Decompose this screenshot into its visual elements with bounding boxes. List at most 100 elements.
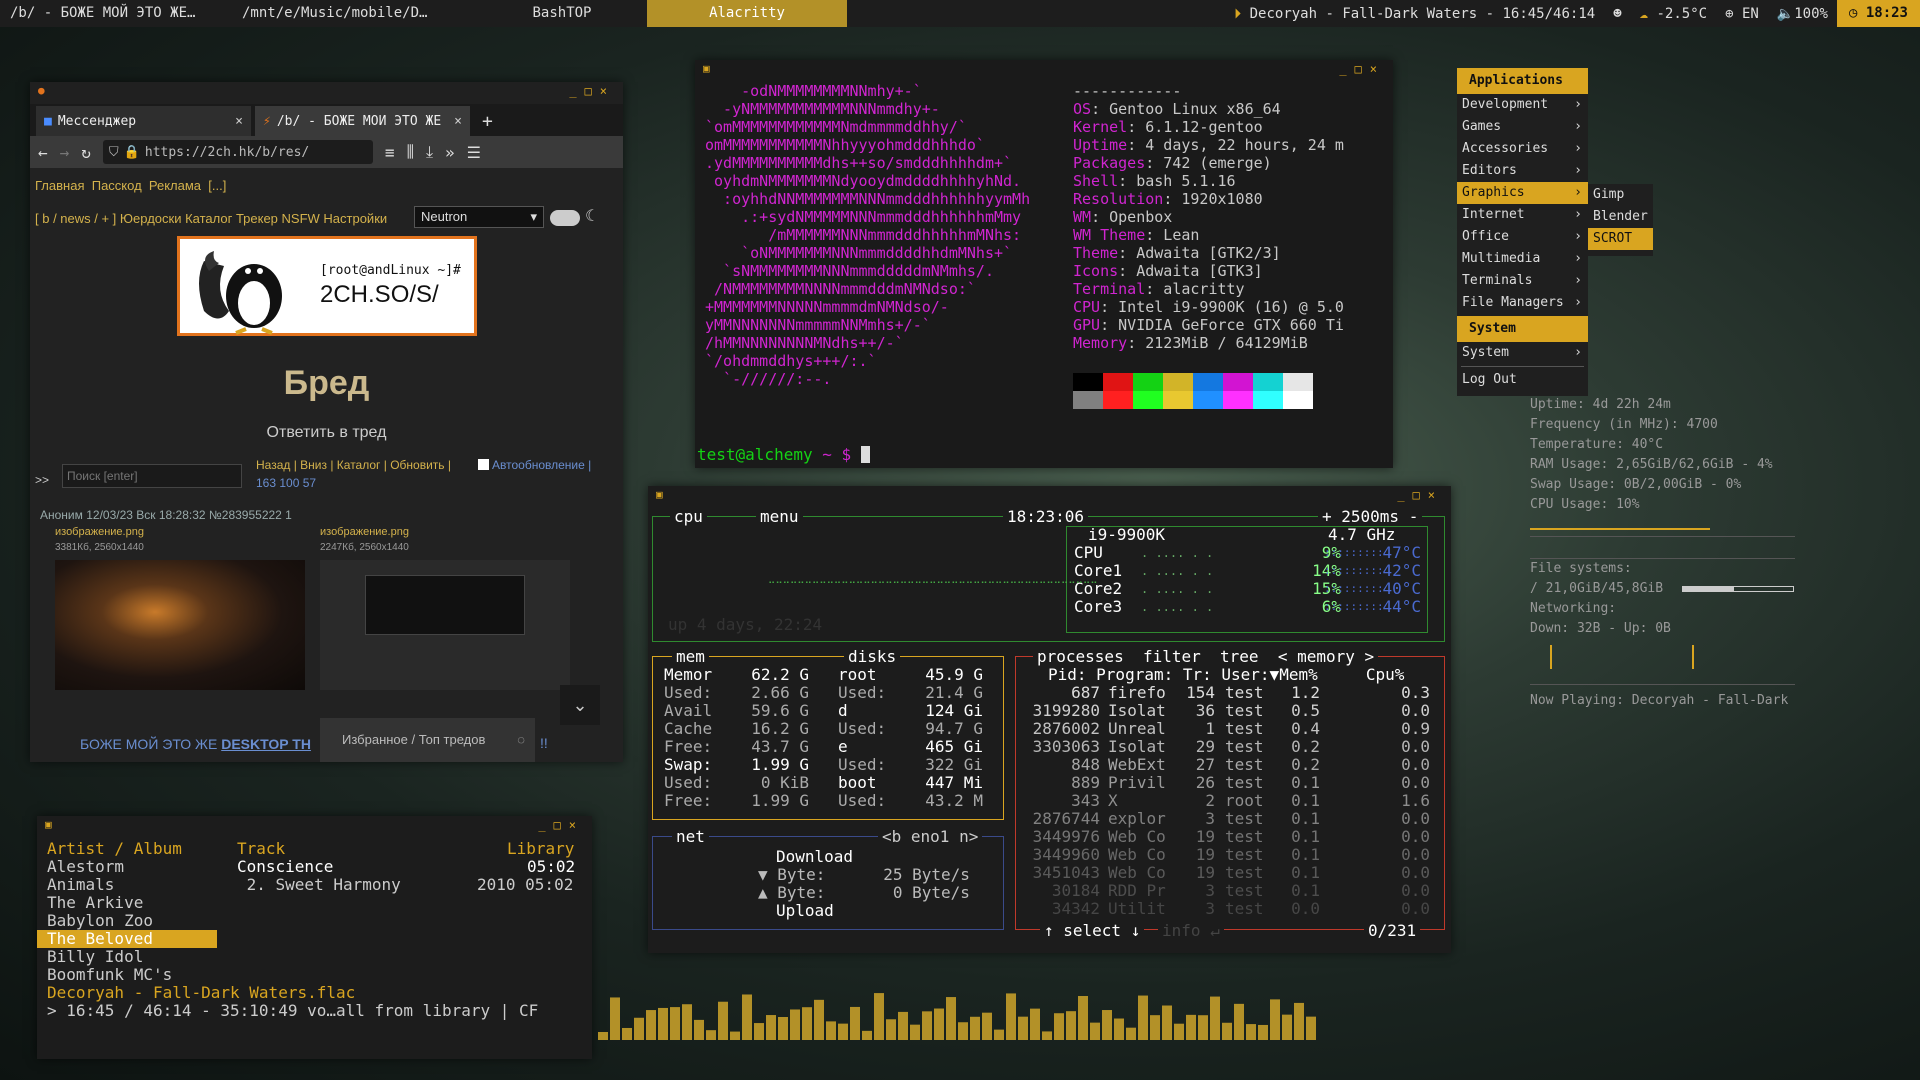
sysinfo-value: : Lean [1145,226,1200,244]
overflow-icon[interactable]: » [445,143,455,162]
forward-icon[interactable]: → [60,143,70,162]
menu-item[interactable]: Terminals › [1457,270,1588,292]
weather-widget[interactable]: ☁ -2.5°C [1631,6,1716,22]
artist-item[interactable]: Alestorm [37,858,217,876]
submenu-item[interactable]: Blender [1588,206,1653,228]
nav-link-ads[interactable]: Реклама [149,178,201,193]
top-panel: /b/ - БОЖЕ МОЙ ЭТО ЖЕ… /mnt/e/Music/mobi… [0,0,1920,27]
menu-item[interactable]: Development › [1457,94,1588,116]
artist-item[interactable]: The Arkive [37,894,217,912]
post-link[interactable]: DESKTOP TH [221,736,311,752]
task-alacritty[interactable]: Alacritty [647,0,847,27]
submenu-item[interactable]: Gimp [1588,184,1653,206]
shell-prompt[interactable]: test@alchemy ~ $ [697,445,870,464]
now-playing-widget[interactable]: ⏵ Decoryah - Fall-Dark Waters - 16:45/46… [1225,6,1604,22]
search-input[interactable] [62,464,242,488]
sysinfo-row: Uptime: 4 days, 22 hours, 24 m [1073,136,1344,154]
info-hint[interactable]: info ↵ [1158,922,1224,940]
proc-row[interactable]: 3303063 Isolat 29 test 0.2 0.0 [1020,738,1440,756]
proc-row[interactable]: 34342 Utilit 3 test 0.0 0.0 [1020,900,1440,918]
window-controls[interactable]: _□× [1339,62,1385,76]
task-firefox[interactable]: /b/ - БОЖЕ МОЙ ЭТО ЖЕ… [0,0,232,27]
submenu-item[interactable]: SCROT [1588,228,1653,250]
menu-item[interactable]: Internet › [1457,204,1588,226]
proc-row[interactable]: 3449976 Web Co 19 test 0.1 0.0 [1020,828,1440,846]
task-music[interactable]: /mnt/e/Music/mobile/D… [232,0,477,27]
checkbox[interactable] [478,459,489,470]
scroll-down-button[interactable]: ⌄ [560,685,600,725]
close-tab-icon[interactable]: × [454,114,462,129]
theme-select[interactable]: Neutron ▾ [414,206,544,228]
proc-row[interactable]: 30184 RDD Pr 3 test 0.1 0.0 [1020,882,1440,900]
tab-thread[interactable]: ⚡/b/ - БОЖЕ МОЙ ЭТО ЖЕ × [255,106,470,136]
menu-item[interactable]: Multimedia › [1457,248,1588,270]
tab-messenger[interactable]: ■ Мессенджер × [36,106,251,136]
favorites-popup[interactable]: Избранное / Топ тредов ◌ [320,718,535,762]
proc-row[interactable]: 3449960 Web Co 19 test 0.1 0.0 [1020,846,1440,864]
menu-item[interactable]: Office › [1457,226,1588,248]
artist-item[interactable]: Animals [37,876,217,894]
menu-item-logout[interactable]: Log Out [1457,369,1588,391]
lang-widget[interactable]: ⊕ EN [1716,6,1768,22]
thread-actions[interactable]: Назад | Вниз | Каталог | Обновить | [256,458,451,472]
close-tab-icon[interactable]: × [235,114,243,129]
menu-item[interactable]: Graphics › [1457,182,1588,204]
artist-item[interactable]: Billy Idol [37,948,217,966]
track-name[interactable]: 2. Sweet Harmony [237,876,401,894]
nav-link-home[interactable]: Главная [35,178,84,193]
proc-tabs[interactable]: processes filter tree < memory > [1033,648,1379,666]
artist-item[interactable]: The Beloved [37,930,217,948]
net-iface[interactable]: <b eno1 n> [878,828,983,846]
menu-item[interactable]: Accessories › [1457,138,1588,160]
menu-item[interactable]: Editors › [1457,160,1588,182]
window-titlebar[interactable]: ▣ _□× [648,486,1451,508]
task-bashtop[interactable]: BashTOP [477,0,647,27]
update-interval[interactable]: + 2500ms - [1318,508,1423,526]
artist-item[interactable]: Babylon Zoo [37,912,217,930]
dark-toggle[interactable] [550,210,580,226]
window-titlebar[interactable]: ● _□× [30,82,623,104]
library-icon[interactable]: ⫼ [407,142,414,162]
window-controls[interactable]: _□× [538,818,584,832]
tray-icon[interactable]: ☻ [1604,6,1630,22]
menu-item-system[interactable]: System › [1457,342,1588,364]
post-image[interactable] [320,560,570,690]
download-icon[interactable]: ⤓ [426,142,433,162]
window-titlebar[interactable]: ▣ _□× [37,816,592,838]
proc-row[interactable]: 2876744 explor 3 test 0.1 0.0 [1020,810,1440,828]
autoupdate-toggle[interactable]: Автообновление | [478,458,591,472]
post-image[interactable] [55,560,305,690]
window-titlebar[interactable]: ▣ _□× [695,60,1393,82]
proc-row[interactable]: 3199280 Isolat 36 test 0.5 0.0 [1020,702,1440,720]
proc-row[interactable]: 848 WebExt 27 test 0.2 0.0 [1020,756,1440,774]
file-link[interactable]: изображение.png [55,526,144,538]
new-tab-button[interactable]: + [474,111,501,136]
proc-row[interactable]: 687 firefo 154 test 1.2 0.3 [1020,684,1440,702]
nav-link-passcode[interactable]: Пасскод [92,178,142,193]
select-hint[interactable]: ↑ select ↓ [1040,922,1145,940]
file-link[interactable]: изображение.png [320,526,409,538]
menu-item[interactable]: Games › [1457,116,1588,138]
clock[interactable]: ◷ 18:23 [1836,0,1920,27]
menu-icon[interactable]: ☰ [467,143,481,162]
sysinfo-key: Theme [1073,244,1119,262]
volume-widget[interactable]: 🔈100% [1768,6,1837,22]
board-links[interactable]: [ b / news / + ] Юердоски Каталог Трекер… [35,211,387,226]
menu-label[interactable]: menu [756,508,803,526]
menu-item[interactable]: File Managers › [1457,292,1588,314]
album-name[interactable]: Conscience [237,858,333,876]
back-icon[interactable]: ← [38,143,48,162]
artist-item[interactable]: Boomfunk MC's [37,966,217,984]
nav-link-more[interactable]: [...] [208,178,226,193]
url-bar[interactable]: ⛉ 🔒 https://2ch.hk/b/res/ [102,140,373,164]
window-controls[interactable]: _□× [569,84,615,98]
reply-link[interactable]: Ответить в тред [30,424,623,442]
proc-header[interactable]: Pid: Program: Tr: User:▼Mem% Cpu% [1048,666,1404,684]
reader-icon[interactable]: ≡ [385,143,395,162]
reload-icon[interactable]: ↻ [81,143,91,162]
proc-row[interactable]: 343 X 2 root 0.1 1.6 [1020,792,1440,810]
proc-row[interactable]: 2876002 Unreal 1 test 0.4 0.9 [1020,720,1440,738]
proc-row[interactable]: 3451043 Web Co 19 test 0.1 0.0 [1020,864,1440,882]
window-controls[interactable]: _□× [1397,488,1443,502]
proc-row[interactable]: 889 Privil 26 test 0.1 0.0 [1020,774,1440,792]
